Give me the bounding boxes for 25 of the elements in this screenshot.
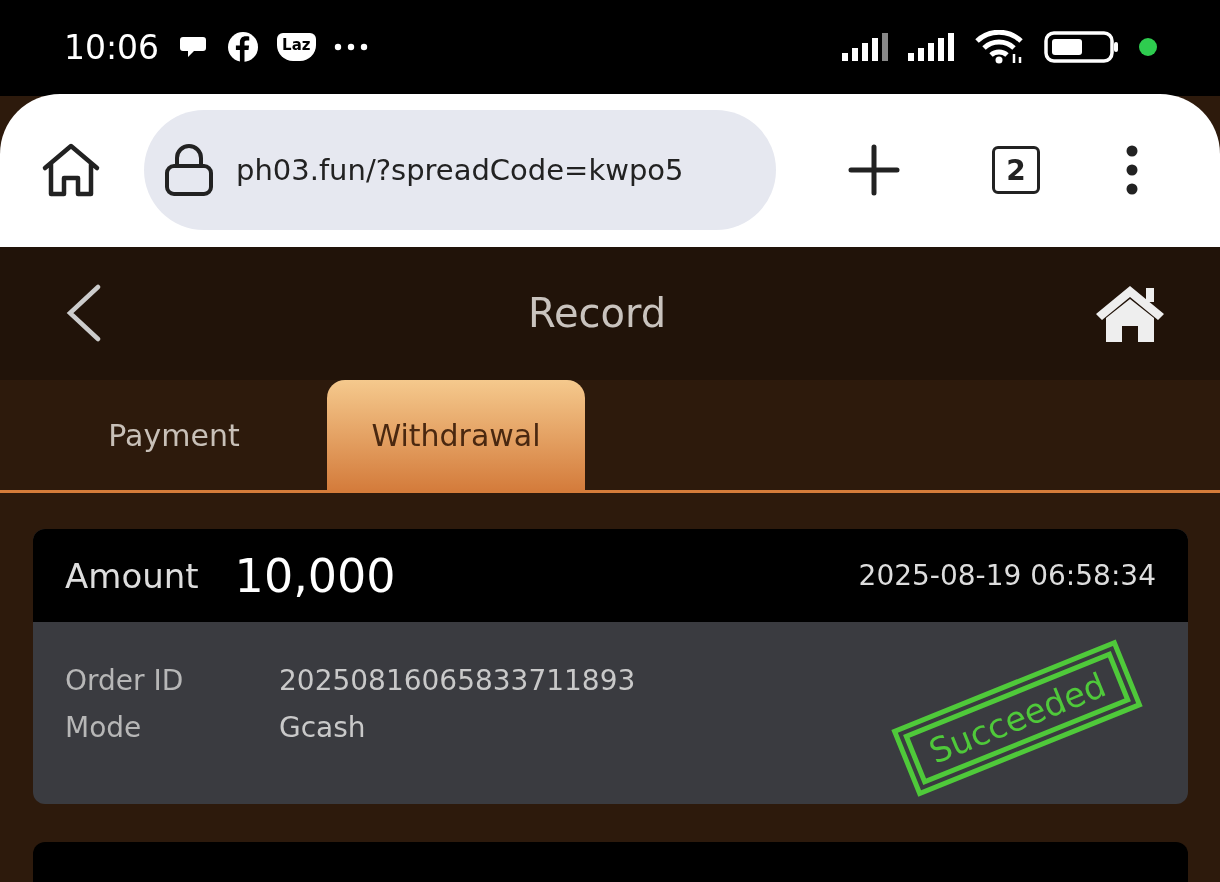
page-title: Record [526,290,668,337]
amount-value: 10,000 [234,548,397,603]
field-label: Order ID [65,664,185,697]
tab-count-button[interactable]: 2 [992,146,1040,195]
signal-icon [908,33,956,62]
record-datetime: 2025-08-19 06:58:34 [858,559,1156,592]
record-tab[interactable]: Payment [45,380,303,490]
back-icon[interactable] [66,284,102,343]
more-notifications-icon [333,43,368,52]
field-value: 20250816065833711893 [279,664,636,697]
new-tab-icon[interactable] [848,144,900,197]
signal-icon [842,33,890,62]
amount-label: Amount [65,555,199,596]
home-icon[interactable] [40,142,102,199]
lock-icon [164,144,214,197]
facebook-icon [227,31,260,64]
status-time: 10:06 [64,27,160,67]
field-label: Mode [65,711,143,744]
menu-icon[interactable] [1124,145,1140,196]
address-bar[interactable]: ph03.fun/?spreadCode=kwpo5 [144,110,776,231]
field-value: Gcash [279,711,366,744]
battery-icon [1044,31,1120,64]
indicator-dot-icon [1138,37,1158,58]
record-tab[interactable]: Withdrawal [327,380,585,490]
shopping-app-icon: Laz [277,33,316,62]
